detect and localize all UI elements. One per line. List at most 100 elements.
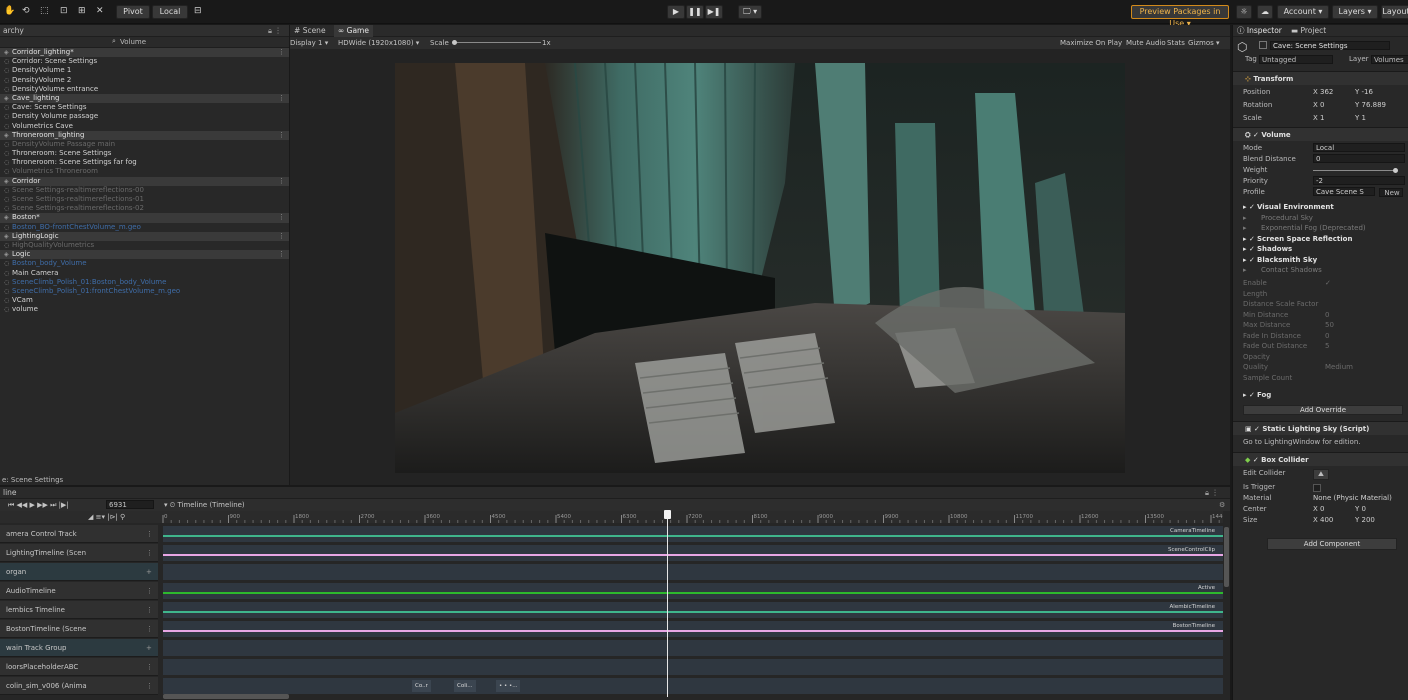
track-lane[interactable] [163,583,1223,599]
layer-dropdown[interactable]: Volumes [1371,55,1408,64]
timeline-transport-icons[interactable]: ⏮ ◀◀ ▶ ▶▶ ⏭ |▶| [8,499,69,511]
hierarchy-row[interactable]: ◌ VCam [0,296,289,305]
track-clip-bar[interactable] [163,535,1223,537]
timeline-playhead[interactable] [667,511,669,697]
edit-collider-button[interactable]: ⛰ [1313,469,1329,480]
track-menu-icon[interactable]: ⋮ [146,658,153,676]
tab-inspector[interactable]: ⓘ Inspector [1237,25,1282,37]
hierarchy-row[interactable]: ◌ Throneroom: Scene Settings [0,149,289,158]
account-dropdown[interactable]: Account ▾ [1277,5,1329,19]
maximize-on-play-toggle[interactable]: Maximize On Play [1060,37,1122,49]
timeline-settings-icon[interactable]: ⚙ [1219,499,1225,511]
timeline-ruler[interactable]: 0 900 1800 2700 3600 4500 5400 6300 7200 8100 9000… [160,511,1230,523]
timeline-track-header[interactable]: wain Track Group + [0,639,158,657]
display-dropdown[interactable]: Display 1 ▾ [290,37,328,49]
fog-override[interactable]: ▸ ✓ Fog [1233,390,1408,401]
contact-shadow-value[interactable]: 50 [1325,320,1334,331]
weight-slider[interactable] [1313,170,1395,171]
track-menu-icon[interactable]: ⋮ [146,525,153,543]
timeline-tab[interactable]: line [3,487,17,499]
timeline-horizontal-scrollbar[interactable] [163,694,289,699]
hierarchy-row[interactable]: ◌ Scene Settings-realtimereflections-00 [0,186,289,195]
override-item[interactable]: ▸ Contact Shadows [1233,265,1408,276]
timeline-track-header[interactable]: colin_sim_v006 (Anima ⋮ [0,677,158,695]
layout-dropdown[interactable]: Layout [1381,5,1408,19]
hierarchy-scene-row[interactable]: ◈ Corridor ⋮ [0,176,289,186]
scale-y-field[interactable]: Y 1 [1355,113,1366,124]
mute-audio-toggle[interactable]: Mute Audio [1126,37,1166,49]
scene-menu-icon[interactable]: ⋮ [278,131,285,140]
scale-slider[interactable] [453,42,541,43]
hierarchy-row[interactable]: ◌ Scene Settings-realtimereflections-01 [0,195,289,204]
hierarchy-scene-row[interactable]: ◈ Corridor_lighting* ⋮ [0,48,289,58]
lock-icon[interactable]: 🔒︎ ⋮ [268,25,282,37]
track-lane[interactable] [163,621,1223,637]
track-lane[interactable] [163,640,1223,656]
center-x-field[interactable]: X 0 [1313,504,1324,515]
scene-menu-icon[interactable]: ⋮ [278,213,285,222]
timeline-track-header[interactable]: lembics Timeline ⋮ [0,601,158,619]
hierarchy-row[interactable]: ◌ DensityVolume 2 [0,76,289,85]
animation-clip[interactable]: • • •... [496,680,521,692]
rect-tool-icon[interactable]: ⬚ [40,6,49,16]
size-y-field[interactable]: Y 200 [1355,515,1375,526]
hierarchy-row[interactable]: ◌ HighQualityVolumetrics [0,241,289,250]
hierarchy-row[interactable]: ◌ Volumetrics Throneroom [0,167,289,176]
is-trigger-checkbox[interactable] [1313,484,1321,492]
track-lane[interactable] [163,602,1223,618]
hierarchy-scene-row[interactable]: ◈ Boston* ⋮ [0,213,289,223]
grid-snap-icon[interactable]: ⊟ [194,6,202,16]
track-menu-icon[interactable]: + [146,563,152,581]
hierarchy-row[interactable]: ◌ Volumetrics Cave [0,122,289,131]
track-clip-bar[interactable] [163,592,1223,594]
track-menu-icon[interactable]: ⋮ [146,677,153,695]
stats-toggle[interactable]: Stats [1167,37,1185,49]
hierarchy-row[interactable]: ◌ Main Camera [0,269,289,278]
timeline-asset-selector[interactable]: ▾ ⏲ Timeline (Timeline) [164,499,245,511]
hierarchy-row[interactable]: ◌ volume [0,305,289,314]
timeline-track-header[interactable]: BostonTimeline (Scene ⋮ [0,620,158,638]
add-track-icons[interactable]: ◢ ≡▾ |⊳| ⚲ [88,511,125,523]
gizmos-dropdown[interactable]: Gizmos ▾ [1188,37,1220,49]
timeline-frame-field[interactable]: 6931 [106,500,154,509]
tab-project[interactable]: ▬ Project [1291,25,1326,37]
hierarchy-search[interactable]: ⌕ Volume [0,37,289,48]
add-override-button[interactable]: Add Override [1243,405,1403,415]
scene-menu-icon[interactable]: ⋮ [278,94,285,103]
track-menu-icon[interactable]: ⋮ [146,620,153,638]
hierarchy-row[interactable]: ◌ DensityVolume entrance [0,85,289,94]
profile-field[interactable]: Cave Scene S [1313,187,1375,196]
override-item[interactable]: ▸ Procedural Sky [1233,213,1408,224]
transform-tool-icon[interactable]: ⊞ [78,6,86,16]
tag-dropdown[interactable]: Untagged [1259,55,1333,64]
timeline-vertical-scrollbar[interactable] [1224,527,1229,587]
rotation-x-field[interactable]: X 0 [1313,100,1324,111]
priority-field[interactable]: -2 [1313,176,1405,185]
timeline-track-header[interactable]: AudioTimeline ⋮ [0,582,158,600]
track-clip-bar[interactable] [163,630,1223,632]
hierarchy-row[interactable]: ◌ Boston_body_Volume [0,259,289,268]
preview-packages-button[interactable]: Preview Packages in Use ▾ [1131,5,1229,28]
position-y-field[interactable]: Y -16 [1355,87,1373,98]
size-x-field[interactable]: X 400 [1313,515,1333,526]
hierarchy-row[interactable]: ◌ Density Volume passage [0,112,289,121]
contact-shadow-value[interactable]: 0 [1325,331,1329,342]
scale-x-field[interactable]: X 1 [1313,113,1324,124]
volume-header[interactable]: ⛭ ✓ Volume [1233,127,1408,141]
active-checkbox[interactable] [1259,41,1267,49]
scene-menu-icon[interactable]: ⋮ [278,48,285,57]
hierarchy-row[interactable]: ◌ SceneClimb_Polish_01:frontChestVolume_m… [0,287,289,296]
display-select[interactable]: 🖵 ▾ [738,5,762,19]
tab-game[interactable]: ∞ Game [334,25,373,37]
scene-menu-icon[interactable]: ⋮ [278,250,285,259]
static-sky-header[interactable]: ▣ ✓ Static Lighting Sky (Script) [1233,421,1408,435]
scene-menu-icon[interactable]: ⋮ [278,177,285,186]
hierarchy-row[interactable]: ◌ SceneClimb_Polish_01:Boston_body_Volume [0,278,289,287]
override-item[interactable]: ▸ ✓ Blacksmith Sky [1233,255,1408,266]
contact-shadow-value[interactable]: ✓ [1325,278,1331,289]
hierarchy-scene-row[interactable]: ◈ LightingLogic ⋮ [0,231,289,241]
animation-clip[interactable]: Co..r [412,680,431,692]
override-item[interactable]: ▸ ✓ Visual Environment [1233,202,1408,213]
hierarchy-row[interactable]: ◌ DensityVolume 1 [0,66,289,75]
rotate-tool-icon[interactable]: ⟲ [22,6,30,16]
